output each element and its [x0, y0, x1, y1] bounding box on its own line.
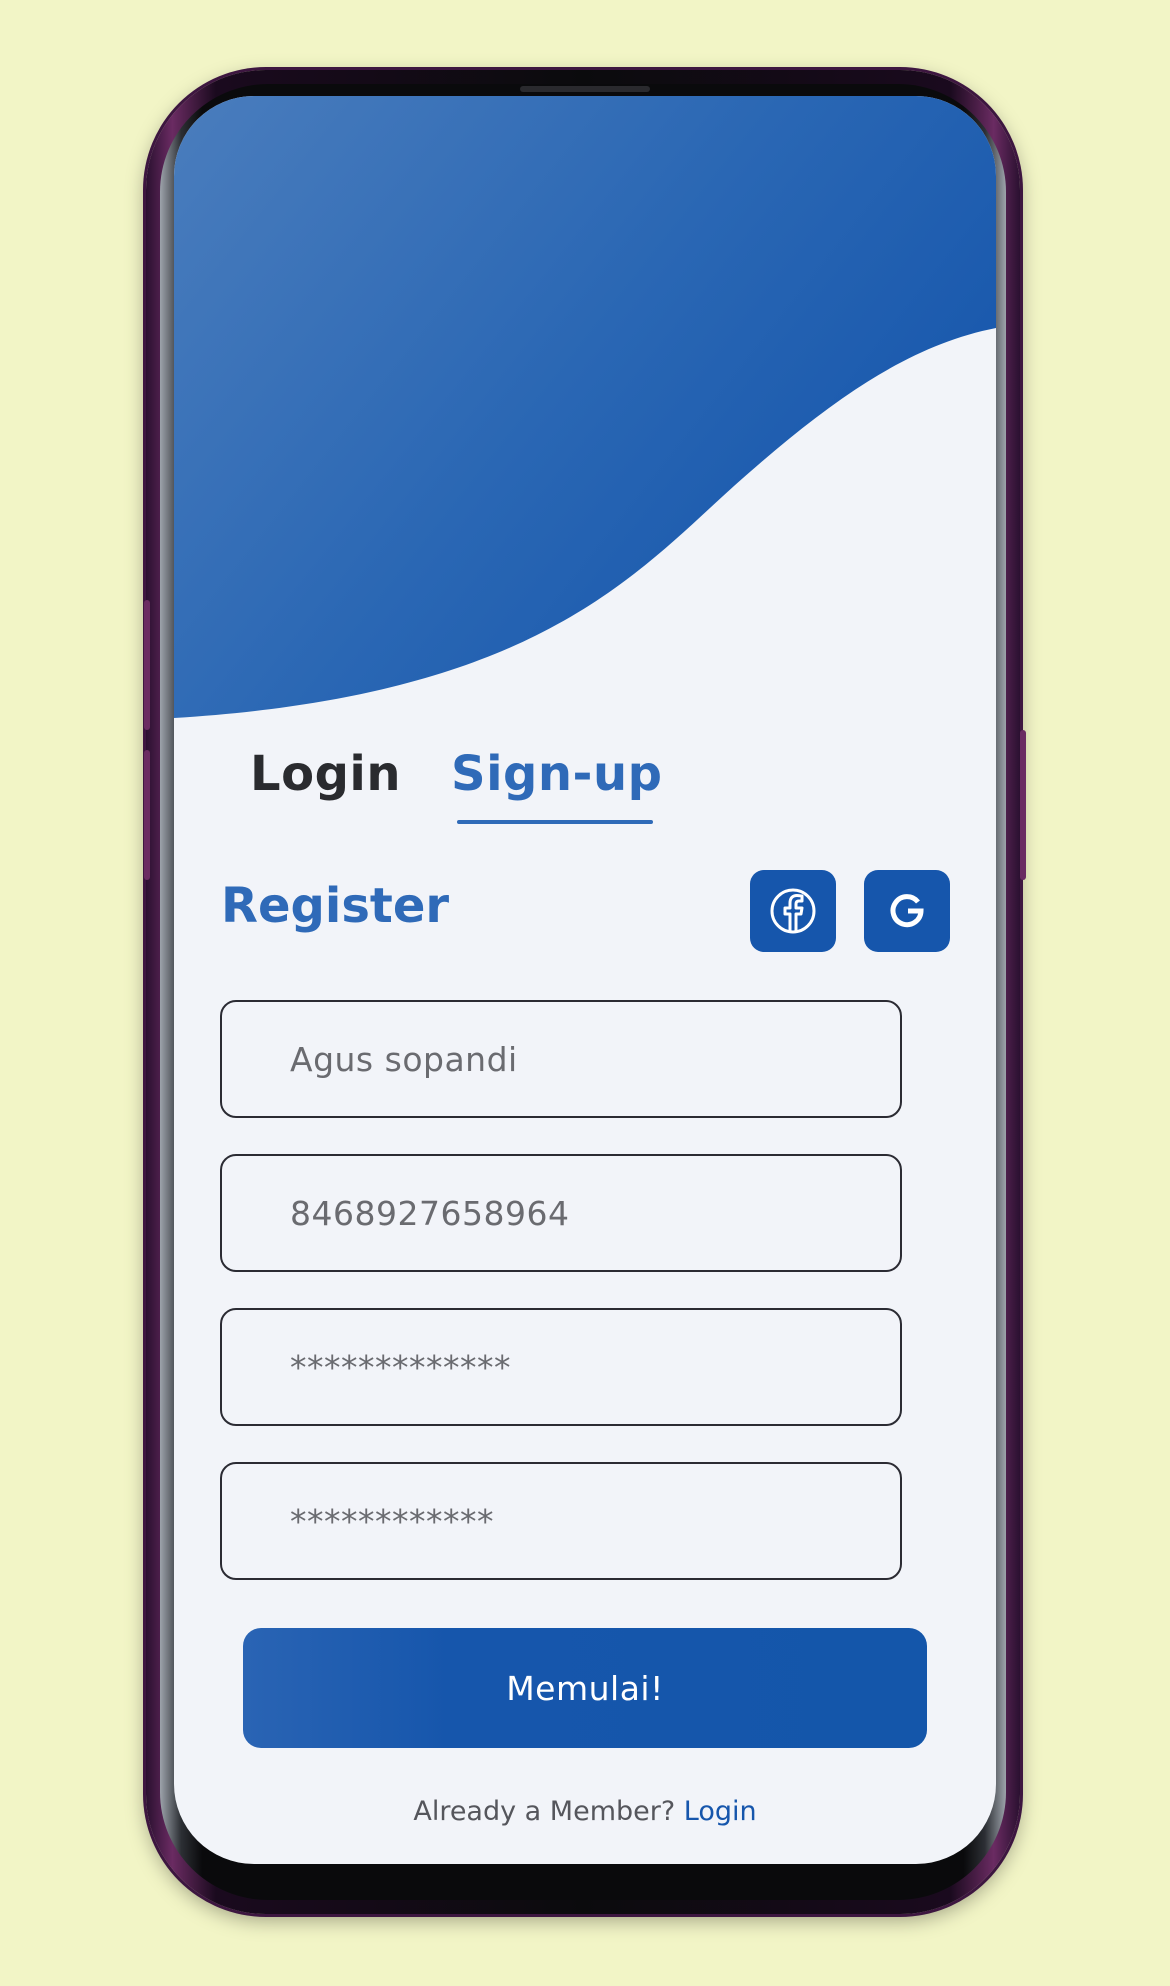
- name-field-value: Agus sopandi: [290, 1039, 518, 1079]
- password-field-value: *************: [290, 1347, 511, 1387]
- phone-side-button: [144, 600, 150, 730]
- confirm-password-field-value: ************: [290, 1501, 494, 1541]
- tab-signup[interactable]: Sign-up: [451, 746, 663, 802]
- app-screen: Login Sign-up Register Agus sopandi 8468…: [174, 96, 996, 1864]
- confirm-password-field[interactable]: ************: [220, 1462, 902, 1580]
- tab-login[interactable]: Login: [250, 746, 401, 802]
- phone-speaker: [520, 86, 650, 92]
- google-login-button[interactable]: [864, 870, 950, 952]
- phone-side-button: [1020, 730, 1026, 880]
- name-field[interactable]: Agus sopandi: [220, 1000, 902, 1118]
- footer-login-prompt: Already a Member? Login: [174, 1796, 996, 1827]
- phone-field[interactable]: 8468927658964: [220, 1154, 902, 1272]
- phone-side-button: [144, 750, 150, 880]
- active-tab-indicator: [457, 820, 653, 824]
- start-button[interactable]: Memulai!: [243, 1628, 927, 1748]
- password-field[interactable]: *************: [220, 1308, 902, 1426]
- phone-field-value: 8468927658964: [290, 1193, 570, 1233]
- facebook-icon: [770, 888, 816, 934]
- footer-text: Already a Member?: [413, 1796, 676, 1827]
- facebook-login-button[interactable]: [750, 870, 836, 952]
- google-icon: [890, 894, 924, 928]
- register-title: Register: [221, 878, 450, 934]
- header-wave-background: [174, 96, 996, 718]
- footer-login-link[interactable]: Login: [684, 1796, 757, 1827]
